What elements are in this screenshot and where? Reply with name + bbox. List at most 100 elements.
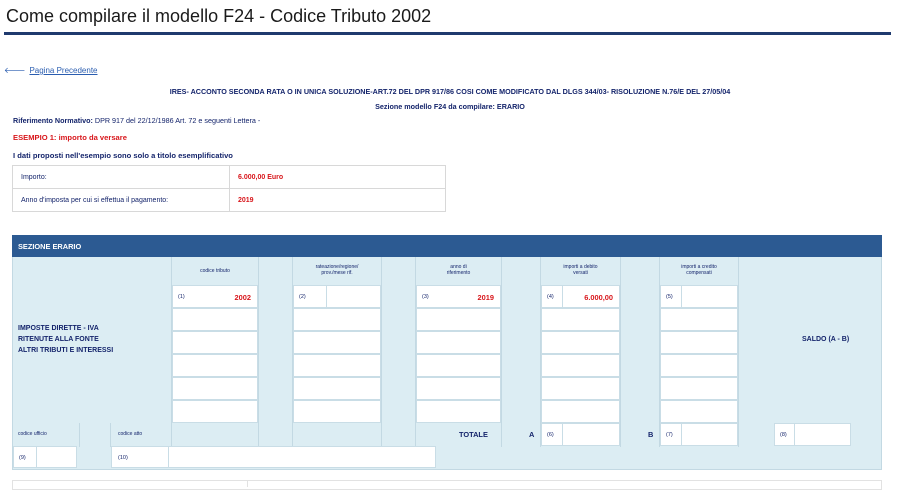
- tax-category-label: IMPOSTE DIRETTE - IVA RITENUTE ALLA FONT…: [18, 323, 113, 356]
- rateazione-field[interactable]: [293, 354, 381, 377]
- normative-reference-label: Riferimento Normativo:: [13, 116, 93, 125]
- codice-tributo-field[interactable]: (1) 2002: [172, 285, 258, 308]
- summary-value: 2019: [229, 188, 446, 212]
- summary-label: Importo:: [12, 165, 230, 189]
- field-number: (4): [547, 294, 554, 300]
- anno-riferimento-field[interactable]: [416, 308, 501, 331]
- rateazione-field[interactable]: [293, 377, 381, 400]
- importo-credito-field[interactable]: (5): [660, 285, 738, 308]
- importo-credito-field[interactable]: [660, 377, 738, 400]
- cell-divider: [681, 286, 682, 307]
- saldo-label: SALDO (A - B): [802, 336, 850, 343]
- column-divider: [258, 257, 259, 447]
- cell-divider: [562, 424, 563, 445]
- title-divider: [4, 32, 891, 35]
- codice-tributo-field[interactable]: [172, 331, 258, 354]
- column-divider: [738, 257, 739, 447]
- totale-a-label: A: [529, 430, 535, 439]
- cell-divider: [326, 286, 327, 307]
- importo-debito-field[interactable]: [541, 354, 620, 377]
- section-to-fill-heading: Sezione modello F24 da compilare: ERARIO: [375, 102, 525, 111]
- column-header-importi-debito: importi a debito versati: [563, 264, 598, 276]
- summary-label: Anno d'imposta per cui si effettua il pa…: [12, 188, 230, 212]
- summary-table: Importo: 6.000,00 Euro Anno d'imposta pe…: [12, 165, 446, 212]
- importo-credito-field[interactable]: [660, 354, 738, 377]
- column-header-anno: anno di riferimento: [446, 264, 471, 276]
- sezione-erario-header: SEZIONE ERARIO: [12, 235, 882, 257]
- cell-divider: [168, 447, 169, 467]
- column-divider: [501, 257, 502, 447]
- anno-riferimento-field[interactable]: [416, 377, 501, 400]
- next-section-divider: [247, 480, 248, 487]
- field-number: (2): [299, 294, 306, 300]
- rateazione-field[interactable]: [293, 308, 381, 331]
- anno-riferimento-field[interactable]: [416, 400, 501, 423]
- column-header-importi-credito: importi a credito compensati: [681, 264, 717, 276]
- importo-debito-field[interactable]: (4) 6.000,00: [541, 285, 620, 308]
- codice-tributo-field[interactable]: [172, 377, 258, 400]
- anno-riferimento-field[interactable]: [416, 331, 501, 354]
- codice-tributo-field[interactable]: [172, 354, 258, 377]
- field-number: (9): [19, 455, 26, 461]
- example-label: ESEMPIO 1: importo da versare: [13, 133, 127, 142]
- cell-divider: [36, 447, 37, 467]
- column-header-rateazione: rateazione/regione/ prov./mese rif.: [315, 264, 359, 276]
- field-number: (3): [422, 294, 429, 300]
- codice-tributo-field[interactable]: [172, 308, 258, 331]
- anno-riferimento-value: 2019: [477, 293, 494, 302]
- totale-label: TOTALE: [459, 430, 488, 439]
- tax-category-line: IMPOSTE DIRETTE - IVA: [18, 325, 99, 332]
- column-divider: [620, 257, 621, 447]
- tax-category-line: RITENUTE ALLA FONTE: [18, 336, 99, 343]
- anno-riferimento-field[interactable]: (3) 2019: [416, 285, 501, 308]
- importo-debito-field[interactable]: [541, 377, 620, 400]
- codice-atto-label: codice atto: [118, 431, 143, 437]
- rateazione-field[interactable]: [293, 400, 381, 423]
- field-number: (10): [118, 455, 128, 461]
- importo-debito-field[interactable]: [541, 308, 620, 331]
- codice-ufficio-field[interactable]: (9): [13, 446, 77, 468]
- normative-reference: Riferimento Normativo: DPR 917 del 22/12…: [13, 116, 260, 125]
- cell-divider: [794, 424, 795, 445]
- column-header-codice-tributo: codice tributo: [200, 268, 230, 274]
- importo-debito-value: 6.000,00: [584, 293, 613, 302]
- field-number: (5): [666, 294, 673, 300]
- importo-debito-field[interactable]: [541, 331, 620, 354]
- page-title: Come compilare il modello F24 - Codice T…: [6, 6, 432, 26]
- field-number: (6): [547, 432, 554, 438]
- field-number: (7): [666, 432, 673, 438]
- importo-credito-field[interactable]: [660, 331, 738, 354]
- next-section-edge: [12, 480, 882, 490]
- totale-a-field[interactable]: (6): [541, 423, 620, 446]
- rateazione-field[interactable]: [293, 331, 381, 354]
- summary-row-importo: Importo: 6.000,00 Euro: [12, 165, 446, 189]
- back-link[interactable]: 🡐 Pagina Precedente: [4, 65, 98, 75]
- saldo-field[interactable]: (8): [774, 423, 851, 446]
- importo-credito-field[interactable]: [660, 308, 738, 331]
- codice-atto-field[interactable]: (10): [111, 446, 436, 468]
- anno-riferimento-field[interactable]: [416, 354, 501, 377]
- cell-divider: [562, 286, 563, 307]
- field-number: (8): [780, 432, 787, 438]
- codice-tributo-value: 2002: [234, 293, 251, 302]
- normative-reference-value: DPR 917 del 22/12/1986 Art. 72 e seguent…: [94, 116, 261, 125]
- back-link-label: Pagina Precedente: [29, 66, 98, 75]
- example-note: I dati proposti nell'esempio sono solo a…: [13, 151, 233, 160]
- column-divider: [79, 423, 80, 447]
- column-divider: [110, 423, 111, 447]
- arrow-left-icon: 🡐: [4, 66, 26, 75]
- rateazione-field[interactable]: (2): [293, 285, 381, 308]
- summary-row-anno: Anno d'imposta per cui si effettua il pa…: [12, 188, 446, 212]
- column-divider: [381, 257, 382, 447]
- tax-description-heading: IRES- ACCONTO SECONDA RATA O IN UNICA SO…: [169, 87, 731, 96]
- codice-ufficio-label: codice ufficio: [18, 431, 47, 437]
- tax-category-line: ALTRI TRIBUTI E INTERESSI: [18, 347, 114, 354]
- importo-credito-field[interactable]: [660, 400, 738, 423]
- codice-tributo-field[interactable]: [172, 400, 258, 423]
- totale-b-label: B: [648, 430, 654, 439]
- totale-b-field[interactable]: (7): [660, 423, 738, 446]
- cell-divider: [681, 424, 682, 445]
- summary-value: 6.000,00 Euro: [229, 165, 446, 189]
- importo-debito-field[interactable]: [541, 400, 620, 423]
- field-number: (1): [178, 294, 185, 300]
